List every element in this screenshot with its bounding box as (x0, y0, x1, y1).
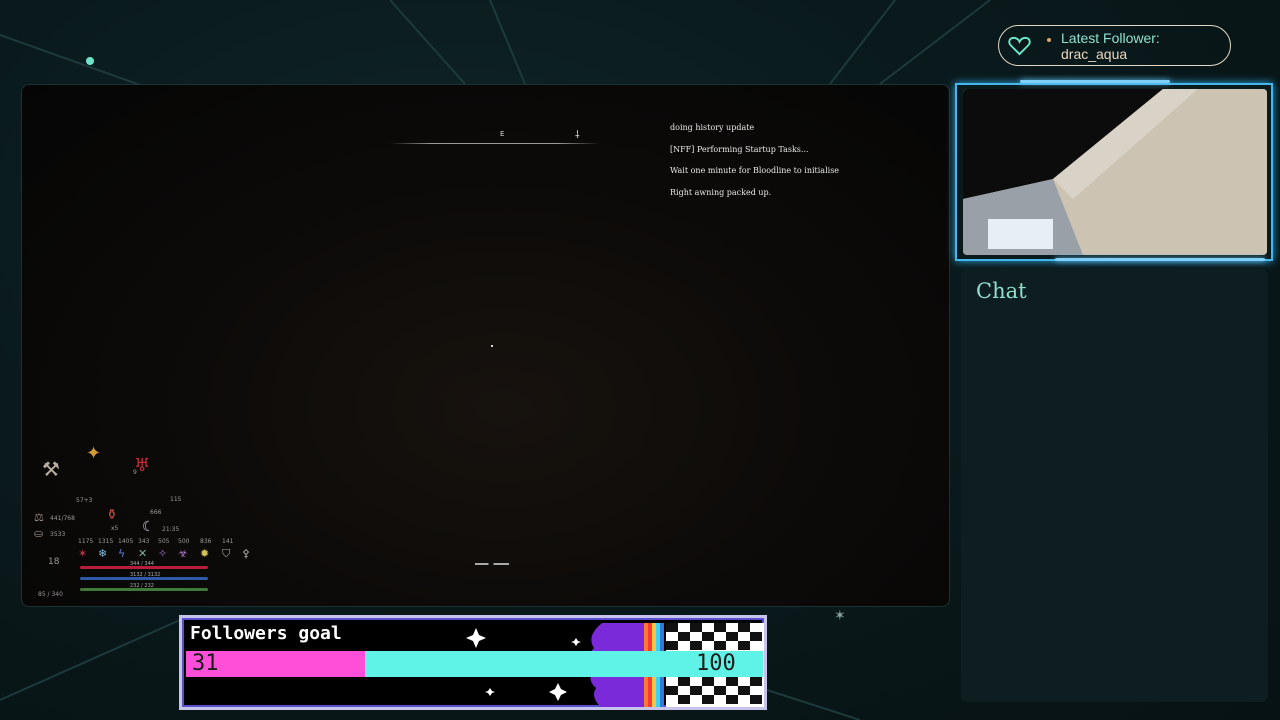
bullet-dot (1047, 38, 1051, 42)
clock: 21:35 (162, 526, 180, 533)
goal-current: 31 (192, 651, 219, 676)
resistance-value: 343 (138, 538, 150, 545)
resistance-value: 836 (200, 538, 212, 545)
sun-resist-icon: ✹ (200, 547, 210, 560)
carry-weight: 441/768 (50, 515, 75, 522)
chat-title: Chat (976, 279, 1027, 303)
svg-text:✶: ✶ (834, 608, 846, 624)
armor-icon: ⛉ (222, 547, 231, 560)
player-level: 18 (48, 557, 60, 567)
potion-icon: ⚱ (106, 507, 118, 523)
gold-icon: ⛀ (34, 527, 44, 540)
potion-count: x5 (111, 525, 119, 532)
poison-resist-icon: ✕ (138, 547, 148, 560)
goal-title: Followers goal (190, 623, 342, 644)
goal-target: 100 (696, 651, 736, 676)
crosshair (491, 345, 493, 347)
webcam-feed (963, 89, 1267, 255)
log-message: doing history update (670, 123, 755, 132)
resistance-value: 1405 (118, 538, 134, 545)
food-value: 9 (133, 469, 137, 476)
fatigue-value: 115 (170, 496, 182, 503)
weapon-damage: 57+3 (76, 497, 93, 504)
gold-amount: 3533 (50, 531, 66, 538)
webcam-glow (1020, 80, 1170, 83)
active-effect-icon: ✦ (86, 443, 102, 464)
followers-goal-widget: Followers goal 31 100 (179, 615, 767, 710)
experience-label: 85 / 340 (38, 591, 63, 598)
resistance-value: 505 (158, 538, 170, 545)
time-value: 666 (150, 509, 162, 516)
webcam-glow (1055, 258, 1265, 261)
latest-follower-widget: Latest Follower: drac_aqua (998, 25, 1231, 66)
player-hud: ⚒ ✦ ♅ 57+3 9 115 ⚖ 441/768 ⚱ x5 666 ☾ 21… (30, 443, 250, 603)
resistance-value: 1315 (98, 538, 114, 545)
fire-resist-icon: ✶ (78, 547, 88, 560)
magicka-label: 3132 / 3132 (130, 572, 161, 578)
latest-follower-name: drac_aqua (1061, 46, 1128, 62)
log-message: Wait one minute for Bloodline to initial… (670, 166, 840, 175)
shock-resist-icon: ϟ (118, 547, 126, 560)
stealth-meter (475, 563, 509, 565)
message-log: doing history update [NFF] Performing St… (670, 123, 839, 209)
compass: E ⸸ (390, 129, 600, 149)
chat-panel (961, 269, 1268, 702)
frost-resist-icon: ❄ (98, 547, 108, 560)
weapon-icon: ⚒ (42, 457, 60, 481)
boots-icon: ⚴ (242, 547, 251, 560)
stamina-label: 232 / 232 (130, 583, 154, 589)
quest-marker-icon: ⸸ (575, 130, 580, 141)
game-viewport[interactable]: E ⸸ doing history update [NFF] Performin… (21, 84, 950, 607)
compass-heading: E (500, 130, 505, 138)
log-message: Right awning packed up. (670, 187, 772, 197)
health-label: 344 / 344 (130, 561, 154, 567)
resistance-value: 1175 (78, 538, 94, 545)
weight-icon: ⚖ (34, 511, 44, 524)
latest-follower-label: Latest Follower: (1061, 30, 1160, 46)
log-message: [NFF] Performing Startup Tasks... (670, 144, 809, 154)
magic-resist-icon: ✧ (158, 547, 168, 560)
resistance-value: 500 (178, 538, 190, 545)
moon-icon: ☾ (142, 519, 155, 535)
webcam-frame (955, 83, 1273, 261)
goal-progress-bar (186, 651, 763, 677)
heart-icon (1008, 36, 1031, 56)
resistance-value: 141 (222, 538, 234, 545)
disease-resist-icon: ☣ (178, 547, 188, 560)
